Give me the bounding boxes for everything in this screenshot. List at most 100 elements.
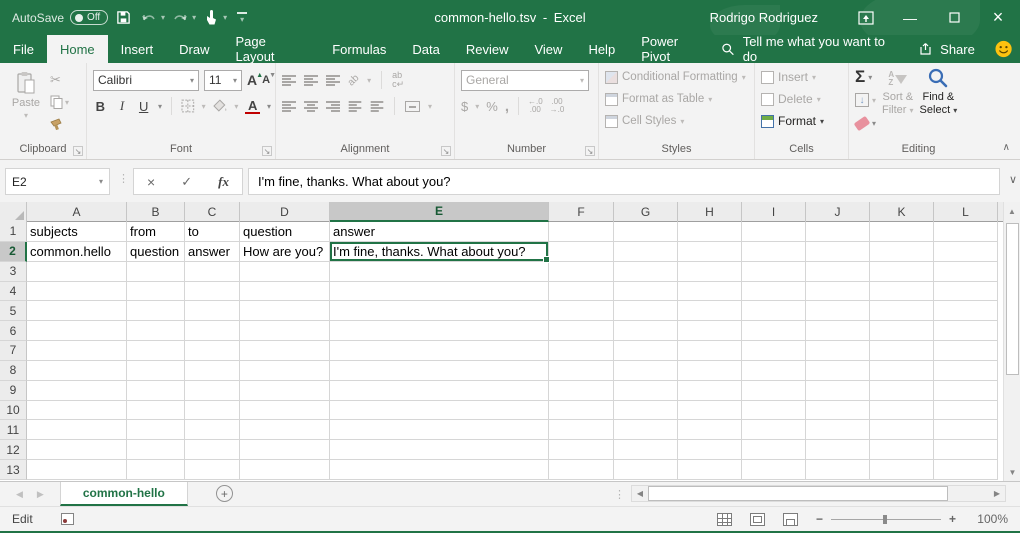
vertical-scrollbar[interactable]: ▲ ▼ [1003, 202, 1020, 481]
cell-A13[interactable] [27, 460, 127, 480]
decrease-indent-button[interactable] [349, 101, 362, 112]
italic-button[interactable]: I [115, 98, 130, 114]
top-align-button[interactable] [282, 75, 296, 86]
cell-G9[interactable] [614, 381, 678, 401]
cell-B10[interactable] [127, 401, 185, 421]
cell-G11[interactable] [614, 420, 678, 440]
column-header-J[interactable]: J [806, 202, 870, 222]
cell-L8[interactable] [934, 361, 998, 381]
cell-E2[interactable]: I'm fine, thanks. What about you? [330, 242, 549, 262]
tab-draw[interactable]: Draw [166, 35, 222, 63]
zoom-out-button[interactable]: − [816, 512, 823, 526]
cell-G1[interactable] [614, 222, 678, 242]
cell-K8[interactable] [870, 361, 934, 381]
tab-review[interactable]: Review [453, 35, 522, 63]
cell-L6[interactable] [934, 321, 998, 341]
cell-B4[interactable] [127, 282, 185, 302]
font-color-button[interactable]: A [245, 99, 260, 114]
macro-record-icon[interactable] [61, 513, 74, 525]
tab-home[interactable]: Home [47, 35, 108, 63]
cell-I9[interactable] [742, 381, 806, 401]
tab-help[interactable]: Help [575, 35, 628, 63]
cell-K12[interactable] [870, 440, 934, 460]
cell-E9[interactable] [330, 381, 549, 401]
cell-E5[interactable] [330, 301, 549, 321]
cell-F12[interactable] [549, 440, 614, 460]
cell-E7[interactable] [330, 341, 549, 361]
cell-E13[interactable] [330, 460, 549, 480]
delete-cells-button[interactable]: Delete ▾ [761, 88, 844, 110]
cell-J11[interactable] [806, 420, 870, 440]
cell-C4[interactable] [185, 282, 240, 302]
cell-J5[interactable] [806, 301, 870, 321]
underline-button[interactable]: U [136, 99, 151, 114]
ribbon-display-options-button[interactable] [844, 0, 888, 35]
column-header-D[interactable]: D [240, 202, 330, 222]
cell-F10[interactable] [549, 401, 614, 421]
cell-G13[interactable] [614, 460, 678, 480]
cell-I2[interactable] [742, 242, 806, 262]
touch-mode-dropdown-icon[interactable]: ▾ [223, 13, 227, 22]
cell-D2[interactable]: How are you? [240, 242, 330, 262]
cell-J7[interactable] [806, 341, 870, 361]
decrease-decimal-button[interactable]: .00→.0 [550, 98, 565, 114]
cell-F13[interactable] [549, 460, 614, 480]
cell-L10[interactable] [934, 401, 998, 421]
page-break-preview-button[interactable] [783, 513, 798, 526]
sheet-tab-active[interactable]: common-hello [60, 482, 188, 506]
cell-F5[interactable] [549, 301, 614, 321]
cell-H6[interactable] [678, 321, 742, 341]
cell-D5[interactable] [240, 301, 330, 321]
column-header-L[interactable]: L [934, 202, 998, 222]
cell-E6[interactable] [330, 321, 549, 341]
cell-K3[interactable] [870, 262, 934, 282]
enter-button[interactable]: ✓ [181, 174, 192, 190]
page-layout-view-button[interactable] [750, 513, 765, 526]
cell-K13[interactable] [870, 460, 934, 480]
row-header-11[interactable]: 11 [0, 420, 27, 440]
new-sheet-button[interactable]: + [216, 485, 233, 502]
cell-F1[interactable] [549, 222, 614, 242]
cell-A7[interactable] [27, 341, 127, 361]
font-color-dropdown-icon[interactable]: ▾ [267, 102, 271, 111]
cell-K5[interactable] [870, 301, 934, 321]
scroll-up-icon[interactable]: ▲ [1004, 202, 1020, 220]
cell-F7[interactable] [549, 341, 614, 361]
cell-I12[interactable] [742, 440, 806, 460]
orientation-button[interactable]: ab [346, 72, 362, 88]
save-button[interactable] [112, 6, 134, 30]
clipboard-dialog-launcher[interactable]: ↘ [73, 146, 83, 156]
scroll-down-icon[interactable]: ▼ [1004, 463, 1020, 481]
row-header-5[interactable]: 5 [0, 301, 27, 321]
format-cells-button[interactable]: Format ▾ [761, 110, 844, 132]
cell-D13[interactable] [240, 460, 330, 480]
minimize-button[interactable]: — [888, 0, 932, 35]
column-header-F[interactable]: F [549, 202, 614, 222]
cell-A9[interactable] [27, 381, 127, 401]
row-header-13[interactable]: 13 [0, 460, 27, 480]
cell-K10[interactable] [870, 401, 934, 421]
cell-A4[interactable] [27, 282, 127, 302]
fill-color-dropdown-icon[interactable]: ▾ [234, 102, 238, 111]
cell-H11[interactable] [678, 420, 742, 440]
cell-D1[interactable]: question [240, 222, 330, 242]
cell-B9[interactable] [127, 381, 185, 401]
cell-C8[interactable] [185, 361, 240, 381]
tab-scroll-splitter[interactable]: ⋮ [614, 482, 625, 506]
row-header-7[interactable]: 7 [0, 341, 27, 361]
align-center-button[interactable] [304, 101, 318, 112]
row-header-1[interactable]: 1 [0, 222, 27, 242]
cell-E11[interactable] [330, 420, 549, 440]
cell-G3[interactable] [614, 262, 678, 282]
comma-style-button[interactable]: , [505, 98, 509, 115]
autosave-toggle[interactable]: AutoSave Off [12, 10, 108, 25]
cell-F6[interactable] [549, 321, 614, 341]
cell-H8[interactable] [678, 361, 742, 381]
cell-E4[interactable] [330, 282, 549, 302]
share-button[interactable]: Share [919, 42, 975, 57]
cell-D3[interactable] [240, 262, 330, 282]
cell-B7[interactable] [127, 341, 185, 361]
cell-J13[interactable] [806, 460, 870, 480]
redo-dropdown-icon[interactable]: ▾ [192, 13, 196, 22]
cell-I3[interactable] [742, 262, 806, 282]
